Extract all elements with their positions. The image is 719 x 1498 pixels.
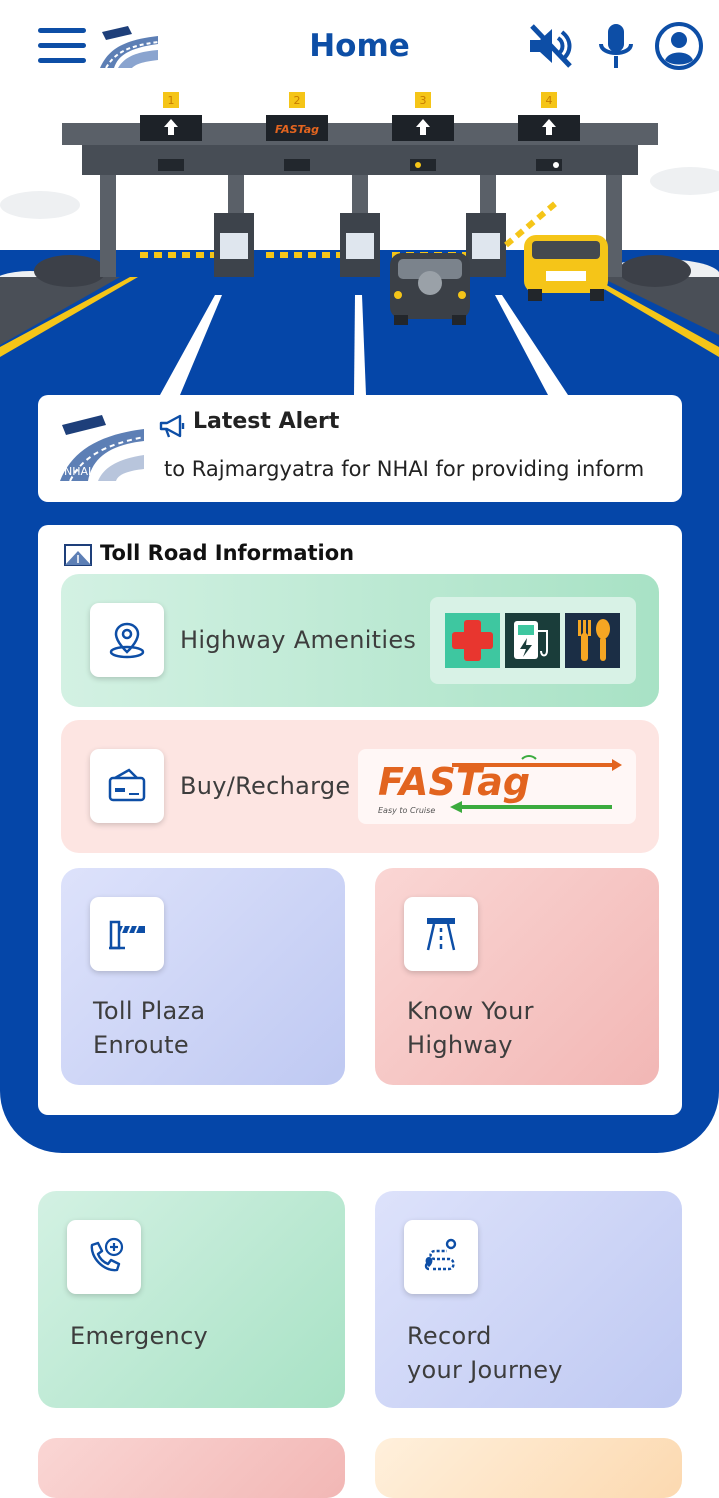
highway-road-icon [426, 918, 456, 951]
alert-title: Latest Alert [193, 409, 340, 434]
toll-road-icon [64, 544, 92, 566]
toll-plaza-label-line1: Toll Plaza [93, 997, 206, 1025]
record-journey-icon-box [404, 1220, 478, 1294]
emergency-label: Emergency [70, 1322, 209, 1350]
svg-text:3: 3 [420, 94, 427, 107]
know-highway-icon-box [404, 897, 478, 971]
medical-cross-icon [445, 613, 500, 668]
fastag-logo: FASTag Easy to Cruise [358, 749, 636, 824]
emergency-tile[interactable]: Emergency [38, 1191, 345, 1408]
svg-text:2: 2 [294, 94, 301, 107]
record-journey-tile[interactable]: Record your Journey [375, 1191, 682, 1408]
know-highway-label: Know Your Highway [407, 994, 534, 1062]
location-pin-icon [109, 622, 145, 659]
svg-text:NHAI: NHAI [64, 465, 91, 478]
toll-road-info-card: Toll Road Information Highway Amenities [38, 525, 682, 1115]
toll-info-title: Toll Road Information [100, 541, 355, 565]
svg-text:1: 1 [168, 94, 175, 107]
next-tile-right[interactable] [375, 1438, 682, 1498]
megaphone-icon [159, 414, 185, 438]
amenities-icon-box [90, 603, 164, 677]
buy-icon-box [90, 749, 164, 823]
buy-recharge-tile[interactable]: Buy/Recharge FASTag Easy to Cruise [61, 720, 659, 853]
svg-text:4: 4 [546, 94, 553, 107]
fastag-sign-text: FASTag [275, 123, 319, 136]
route-icon [424, 1238, 457, 1271]
record-journey-label-line1: Record [407, 1322, 492, 1350]
amenities-label: Highway Amenities [180, 626, 417, 654]
toll-barrier-icon [109, 920, 145, 950]
toll-plaza-icon-box [90, 897, 164, 971]
toll-plaza-label: Toll Plaza Enroute [93, 994, 205, 1062]
user-profile-icon[interactable] [655, 22, 703, 70]
ev-charging-icon [505, 613, 560, 668]
know-highway-label-line2: Highway [407, 1031, 513, 1059]
next-tile-left[interactable] [38, 1438, 345, 1498]
record-journey-label-line2: your Journey [407, 1356, 563, 1384]
card-payment-icon [108, 768, 146, 802]
app-header: Home [0, 0, 719, 95]
fastag-logo-icon: FASTag Easy to Cruise [378, 755, 622, 815]
amenities-icons-panel [430, 597, 636, 684]
buy-recharge-label: Buy/Recharge [180, 772, 351, 800]
alert-ticker-text: to Rajmargyatra for NHAI for providing i… [164, 457, 645, 481]
svg-text:Easy to Cruise: Easy to Cruise [378, 806, 435, 815]
know-your-highway-tile[interactable]: Know Your Highway [375, 868, 659, 1085]
emergency-icon-box [67, 1220, 141, 1294]
record-journey-label: Record your Journey [407, 1319, 563, 1387]
emergency-call-icon [90, 1237, 124, 1272]
nhai-logo-icon: NHAI [60, 415, 145, 482]
toll-plaza-enroute-tile[interactable]: Toll Plaza Enroute [61, 868, 345, 1085]
speaker-muted-icon[interactable] [526, 22, 574, 70]
food-icon [565, 613, 620, 668]
know-highway-label-line1: Know Your [407, 997, 534, 1025]
highway-amenities-tile[interactable]: Highway Amenities [61, 574, 659, 707]
toll-plaza-banner: FASTag 1 2 3 4 [0, 92, 719, 395]
toll-plaza-label-line2: Enroute [93, 1031, 189, 1059]
microphone-icon[interactable] [592, 22, 640, 70]
latest-alert-card[interactable]: NHAI Latest Alert to Rajmargyatra for NH… [38, 395, 682, 502]
